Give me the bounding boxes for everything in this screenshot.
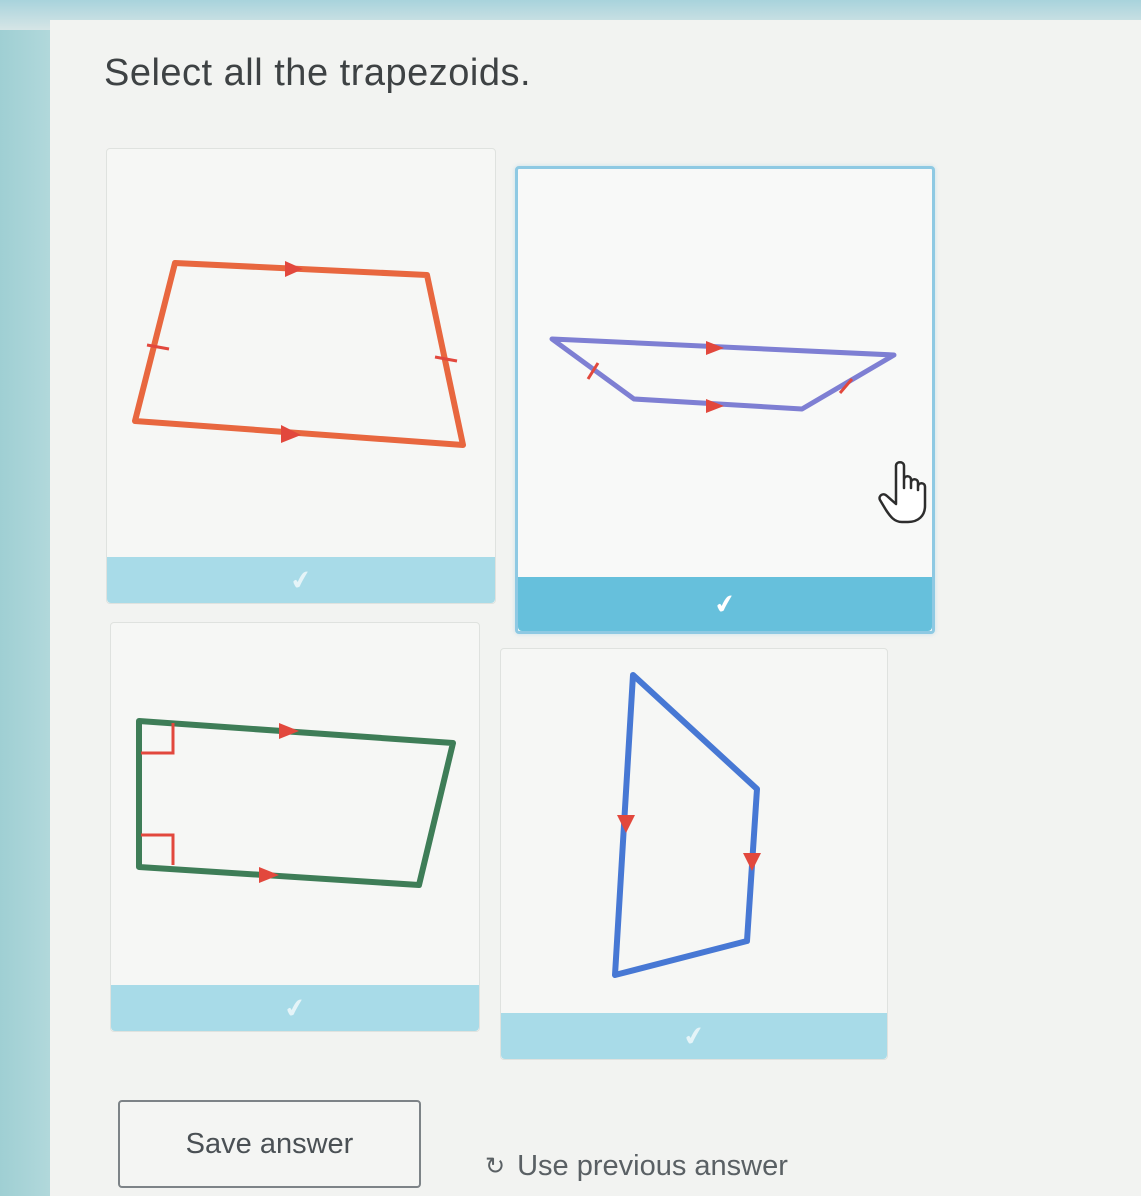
blue-trapezoid-figure — [612, 672, 761, 978]
check-icon: ✔ — [287, 563, 315, 597]
select-bar[interactable]: ✔ — [107, 557, 495, 603]
select-bar[interactable]: ✔ — [501, 1013, 887, 1059]
select-bar[interactable]: ✔ — [518, 577, 932, 631]
choice-purple-trapezoid[interactable]: ✔ — [515, 166, 935, 634]
choice-blue-trapezoid[interactable]: ✔ — [500, 648, 888, 1060]
check-icon: ✔ — [281, 991, 309, 1025]
question-prompt: Select all the trapezoids. — [104, 52, 532, 94]
undo-icon: ↻ — [485, 1152, 506, 1180]
choice-orange-trapezoid[interactable]: ✔ — [106, 148, 496, 604]
choice-green-right-trapezoid[interactable]: ✔ — [110, 622, 480, 1032]
check-icon: ✔ — [680, 1019, 708, 1053]
use-previous-answer-label: Use previous answer — [517, 1150, 788, 1182]
purple-trapezoid-figure — [549, 336, 897, 413]
check-icon: ✔ — [711, 587, 739, 621]
select-bar[interactable]: ✔ — [111, 985, 479, 1031]
use-previous-answer-link[interactable]: ↻ Use previous answer — [485, 1150, 788, 1183]
orange-trapezoid-figure — [132, 260, 466, 448]
save-answer-button[interactable]: Save answer — [118, 1100, 421, 1188]
green-right-trapezoid-figure — [136, 718, 456, 888]
